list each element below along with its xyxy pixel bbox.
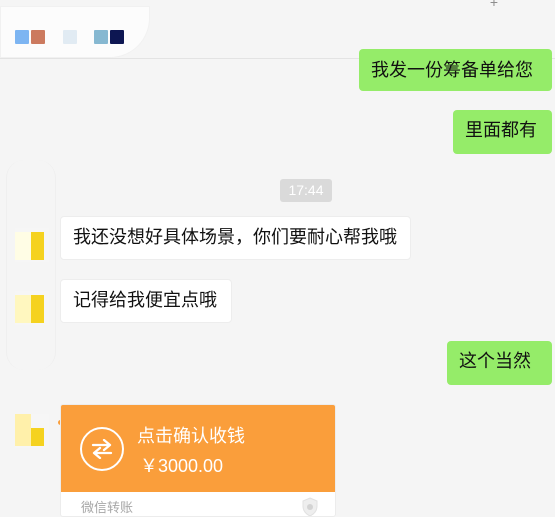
shield-icon bbox=[302, 497, 318, 516]
contact-avatar[interactable] bbox=[15, 228, 49, 262]
contact-avatar[interactable] bbox=[15, 414, 49, 448]
transfer-title: 点击确认收钱 bbox=[137, 426, 245, 446]
contact-avatar[interactable] bbox=[15, 291, 49, 325]
pixel-avatar-5 bbox=[110, 30, 124, 44]
message-bubble-sent[interactable]: 这个当然 bbox=[447, 341, 552, 385]
message-bubble-received[interactable]: 记得给我便宜点哦 bbox=[60, 279, 232, 323]
message-timestamp: 17:44 bbox=[280, 179, 332, 202]
message-bubble-sent[interactable]: 我发一份筹备单给您 bbox=[359, 49, 552, 91]
message-bubble-received[interactable]: 我还没想好具体场景，你们要耐心帮我哦 bbox=[60, 216, 411, 260]
message-bubble-sent[interactable]: 里面都有 bbox=[453, 110, 552, 154]
transfer-amount: ￥3000.00 bbox=[140, 456, 224, 476]
pixel-avatar-1 bbox=[15, 30, 29, 44]
chat-window: + 我发一份筹备单给您 里面都有 17:44 我还没想好具体场景，你们要耐心帮我… bbox=[0, 0, 555, 517]
transfer-card-header[interactable]: 点击确认收钱 ￥3000.00 bbox=[61, 405, 335, 492]
transfer-card[interactable]: 点击确认收钱 ￥3000.00 微信转账 bbox=[60, 404, 336, 517]
pixel-avatar-2 bbox=[31, 30, 45, 44]
pixel-avatar-3 bbox=[63, 30, 77, 44]
plus-icon[interactable]: + bbox=[487, 0, 501, 9]
contact-avatar-column bbox=[6, 160, 56, 370]
transfer-footer-label: 微信转账 bbox=[81, 500, 134, 515]
transfer-arrows-icon bbox=[80, 427, 124, 471]
pixel-avatar-4 bbox=[94, 30, 108, 44]
